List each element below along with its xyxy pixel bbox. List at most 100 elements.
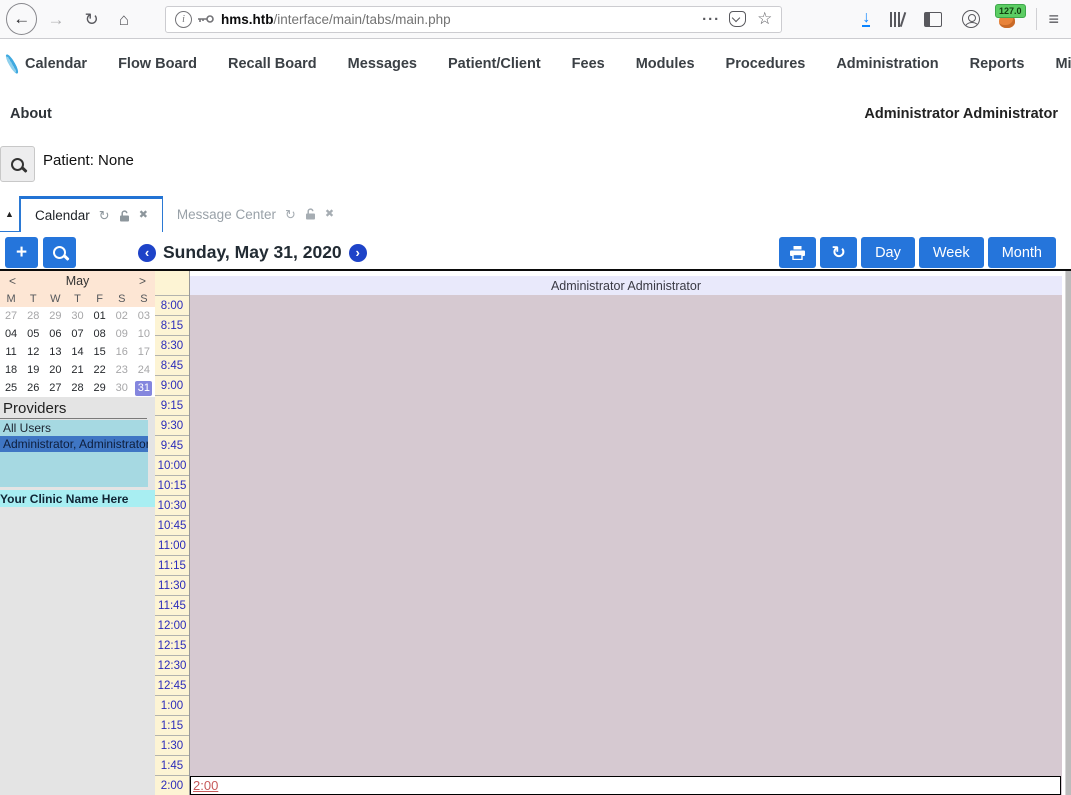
nav-item-patient-client[interactable]: Patient/Client [448,56,541,72]
next-day-button[interactable]: › [349,244,367,262]
nav-item-procedures[interactable]: Procedures [726,56,806,72]
pocket-icon[interactable] [729,11,746,27]
mini-calendar-day[interactable]: 03 [135,309,152,324]
mini-calendar-day[interactable]: 07 [69,327,86,342]
account-icon[interactable] [962,10,980,28]
mini-calendar-day[interactable]: 29 [47,309,64,324]
url-bar[interactable]: i hms.htb/interface/main/tabs/main.php ·… [165,6,782,33]
mini-calendar-day[interactable]: 01 [91,309,108,324]
bookmark-star-icon[interactable]: ☆ [757,9,772,29]
mini-calendar: < May > MTWTFSS 272829300102030405060708… [0,271,155,397]
mini-calendar-day[interactable]: 26 [25,381,42,396]
nav-item-calendar[interactable]: Calendar [25,56,87,72]
tab-unlock-icon[interactable] [119,210,130,222]
provider-item-administrator-administrator[interactable]: Administrator, Administrator [0,436,148,452]
mini-calendar-day[interactable]: 06 [47,327,64,342]
site-info-icon[interactable]: i [175,11,192,28]
mini-calendar-day[interactable]: 20 [47,363,64,378]
mini-calendar-day[interactable]: 29 [91,381,108,396]
reload-button[interactable]: ↻ [84,11,98,28]
content-scrollbar[interactable] [1065,271,1071,795]
mini-calendar-day[interactable]: 14 [69,345,86,360]
weekday-label: S [118,293,125,305]
mini-calendar-day[interactable]: 02 [113,309,130,324]
mini-calendar-day-selected[interactable]: 31 [135,381,152,396]
tab-message-center[interactable]: Message Center↻✖ [163,196,348,232]
mini-calendar-day[interactable]: 10 [135,327,152,342]
mini-calendar-day[interactable]: 16 [113,345,130,360]
nav-item-messages[interactable]: Messages [348,56,417,72]
mini-calendar-day[interactable]: 12 [25,345,42,360]
patient-search-button[interactable] [0,146,35,182]
prev-day-button[interactable]: ‹ [138,244,156,262]
menu-icon[interactable]: ≡ [1049,9,1060,30]
mini-calendar-day[interactable]: 13 [47,345,64,360]
print-button[interactable] [779,237,816,268]
mini-calendar-day[interactable]: 30 [69,309,86,324]
tab-calendar[interactable]: Calendar↻✖ [20,196,163,232]
view-day-button[interactable]: Day [861,237,915,268]
providers-listbox[interactable]: All UsersAdministrator, Administrator [0,420,148,487]
mini-calendar-day[interactable]: 04 [3,327,20,342]
tab-close-icon[interactable]: ✖ [325,209,334,220]
schedule-grid[interactable]: 2:00 [190,295,1062,795]
tab-refresh-icon[interactable]: ↻ [99,209,110,222]
mini-calendar-day[interactable]: 11 [3,345,20,360]
mini-calendar-day[interactable]: 17 [135,345,152,360]
mini-calendar-day[interactable]: 28 [25,309,42,324]
appointment-slot[interactable]: 2:00 [190,776,1061,795]
proxy-extension-icon[interactable]: 127.0 [998,10,1018,28]
nav-item-modules[interactable]: Modules [636,56,695,72]
add-event-button[interactable]: + [5,237,38,268]
app-navbar: Calendar Flow Board Recall Board Messages Pa… [0,39,1071,88]
back-button[interactable]: ← [6,3,37,35]
mini-calendar-day[interactable]: 30 [113,381,130,396]
collapse-tabs-button[interactable]: ▲ [0,196,20,232]
provider-item-all-users[interactable]: All Users [0,420,148,436]
view-month-button[interactable]: Month [988,237,1056,268]
refresh-calendar-button[interactable]: ↻ [820,237,857,268]
home-button[interactable]: ⌂ [119,11,129,28]
weekday-label: M [6,293,15,305]
mini-calendar-day[interactable]: 24 [135,363,152,378]
forward-button[interactable]: → [47,11,64,28]
mini-calendar-week: 04 05 06 07 08 09 10 [0,325,155,343]
key-icon[interactable] [198,14,214,24]
tab-refresh-icon[interactable]: ↻ [285,208,296,221]
mini-calendar-day[interactable]: 09 [113,327,130,342]
page-actions-icon[interactable]: ··· [702,11,720,28]
appointment-time-link[interactable]: 2:00 [193,778,218,793]
sidebar-toggle-icon[interactable] [924,12,942,27]
nav-item-fees[interactable]: Fees [572,56,605,72]
nav-item-flow-board[interactable]: Flow Board [118,56,197,72]
nav-item-miscellaneous[interactable]: Miscellaneous [1055,56,1071,72]
mini-calendar-day[interactable]: 22 [91,363,108,378]
mini-calendar-day[interactable]: 05 [25,327,42,342]
mini-calendar-day[interactable]: 27 [3,309,20,324]
library-icon[interactable] [890,12,904,27]
mini-calendar-day[interactable]: 25 [3,381,20,396]
mini-calendar-day[interactable]: 08 [91,327,108,342]
mini-calendar-day[interactable]: 28 [69,381,86,396]
mini-calendar-day[interactable]: 27 [47,381,64,396]
openemr-logo-icon[interactable] [4,52,20,74]
mini-calendar-day[interactable]: 15 [91,345,108,360]
view-week-button[interactable]: Week [919,237,984,268]
mini-calendar-day[interactable]: 18 [3,363,20,378]
tab-close-icon[interactable]: ✖ [139,210,148,221]
mini-calendar-day[interactable]: 21 [69,363,86,378]
nav-item-administration[interactable]: Administration [836,56,938,72]
mini-calendar-prev[interactable]: < [9,274,16,288]
nav-item-recall-board[interactable]: Recall Board [228,56,317,72]
current-user-name[interactable]: Administrator Administrator [864,106,1058,122]
mini-calendar-day[interactable]: 19 [25,363,42,378]
nav-item-about[interactable]: About [10,106,52,122]
calendar-search-button[interactable] [43,237,76,268]
mini-calendar-next[interactable]: > [139,274,146,288]
mini-calendar-day[interactable]: 23 [113,363,130,378]
url-text[interactable]: hms.htb/interface/main/tabs/main.php [221,12,693,27]
nav-item-reports[interactable]: Reports [970,56,1025,72]
time-label-1-00: 1:00 [155,695,189,715]
downloads-icon[interactable]: ↓ [862,11,870,27]
tab-unlock-icon[interactable] [305,208,316,220]
